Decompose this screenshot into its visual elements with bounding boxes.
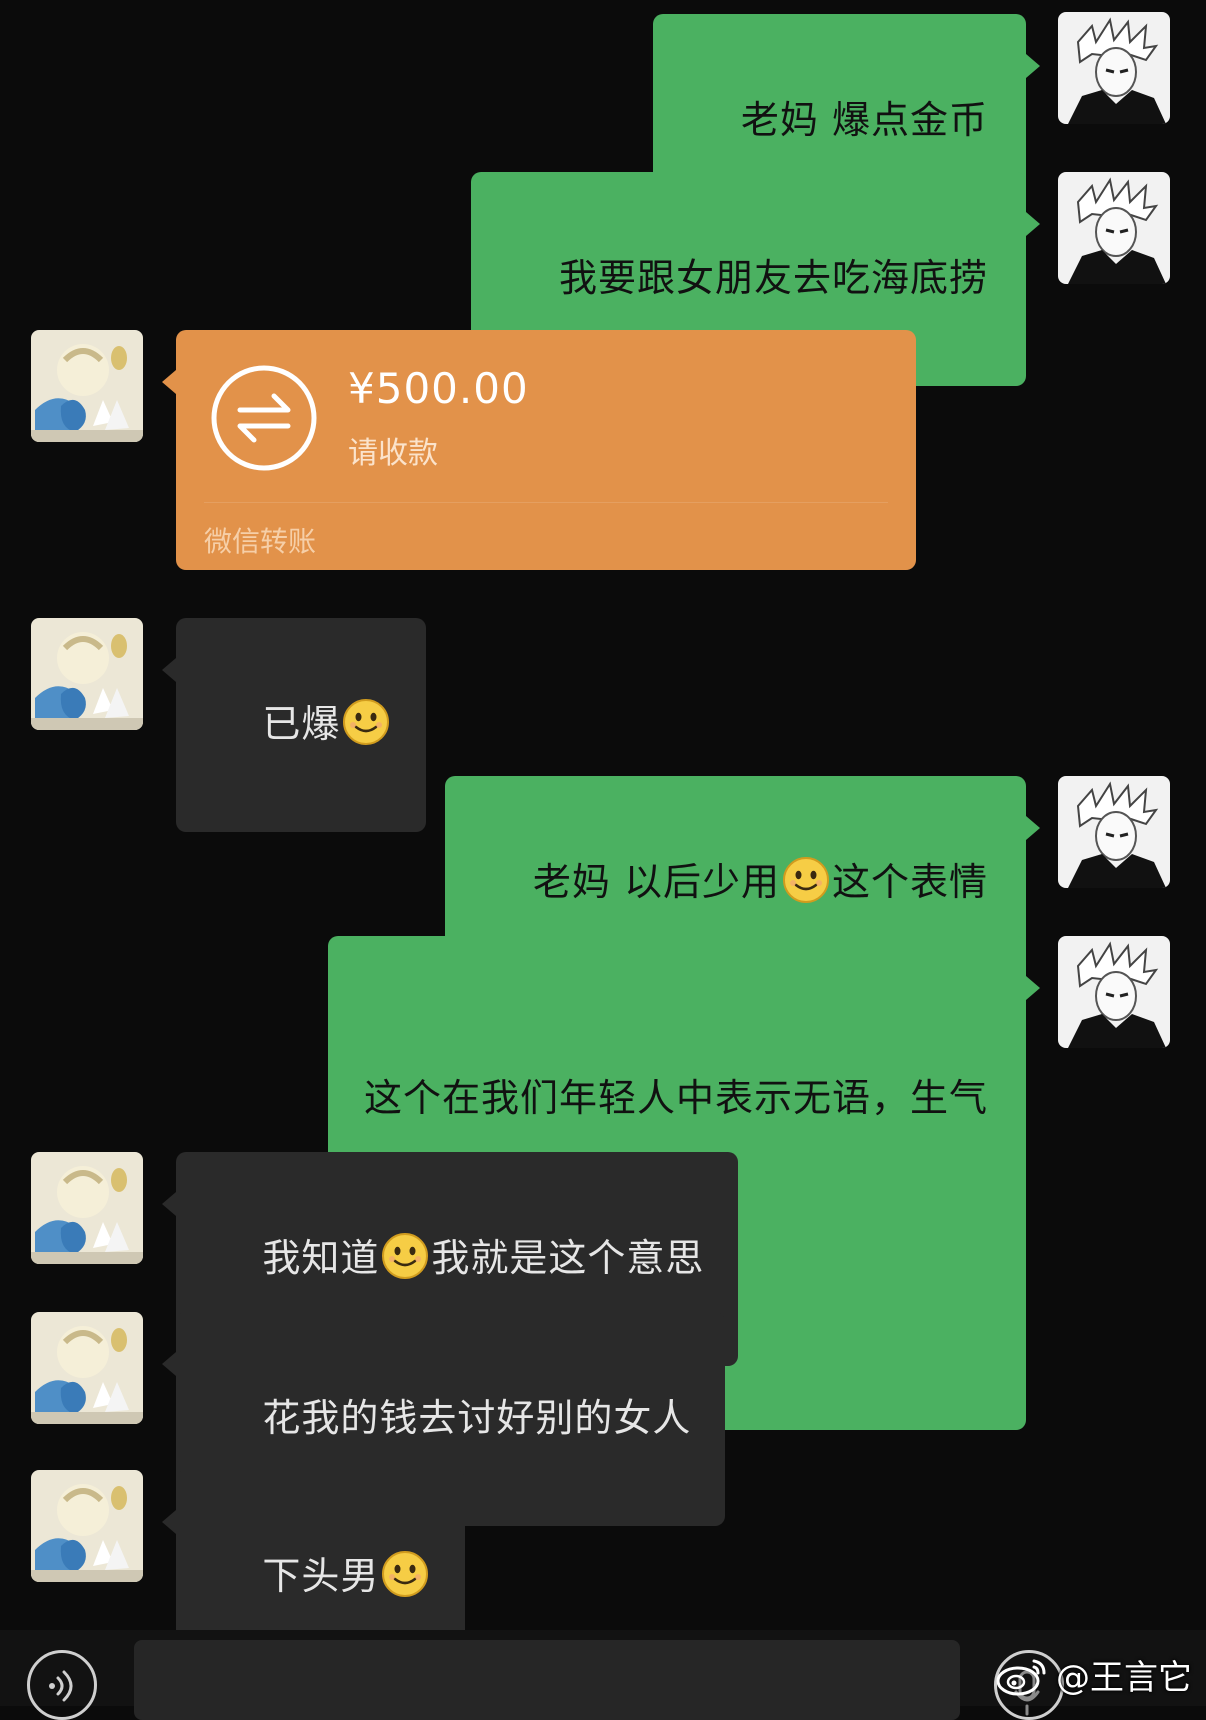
smile-emoji xyxy=(342,698,390,746)
transfer-footer: 微信转账 xyxy=(204,525,317,558)
smile-emoji xyxy=(381,1550,429,1598)
mom-avatar[interactable] xyxy=(31,618,143,730)
mom-avatar[interactable] xyxy=(31,330,143,442)
message-text: 下头男 xyxy=(262,1554,380,1598)
voice-icon xyxy=(49,1670,73,1702)
message-text: 老妈 以后少用 xyxy=(532,860,780,904)
smile-emoji xyxy=(381,1232,429,1280)
message-bubble-incoming[interactable]: 已爆 xyxy=(161,618,427,832)
my-avatar[interactable] xyxy=(1058,776,1170,888)
mom-avatar[interactable] xyxy=(31,1152,143,1264)
watermark-text: @王言它 xyxy=(1056,1658,1192,1698)
message-text: 我知道 xyxy=(262,1236,380,1280)
my-avatar[interactable] xyxy=(1058,936,1170,1048)
mom-avatar[interactable] xyxy=(31,1312,143,1424)
watermark: @王言它 xyxy=(996,1650,1192,1699)
message-text: 这个表情 xyxy=(831,860,988,904)
wechat-transfer-card[interactable]: ¥500.00 请收款 微信转账 xyxy=(162,330,916,570)
message-text: 我要跟女朋友去吃海底捞 xyxy=(558,256,988,300)
my-avatar[interactable] xyxy=(1058,12,1170,124)
message-text: 已爆 xyxy=(262,702,341,746)
message-text: 我就是这个意思 xyxy=(431,1236,705,1280)
mom-avatar[interactable] xyxy=(31,1470,143,1582)
smile-emoji xyxy=(782,856,830,904)
transfer-arrows-icon xyxy=(211,365,317,471)
message-input-field[interactable] xyxy=(134,1640,1040,1720)
message-text: 花我的钱去讨好别的女人 xyxy=(262,1396,692,1440)
voice-button[interactable] xyxy=(27,1650,97,1720)
chat-history[interactable]: 老妈 爆点金币 我要跟女朋友去吃海底捞 ¥500.00 请收款 微信转账 已爆 … xyxy=(0,0,1206,1684)
weibo-logo-icon xyxy=(996,1659,1046,1695)
transfer-amount: ¥500.00 xyxy=(348,364,529,413)
transfer-note: 请收款 xyxy=(348,436,438,471)
message-text-line: 这个在我们年轻人中表示无语，生气 xyxy=(363,1076,988,1120)
transfer-divider xyxy=(204,502,888,503)
my-avatar[interactable] xyxy=(1058,172,1170,284)
message-text: 老妈 爆点金币 xyxy=(740,98,988,142)
